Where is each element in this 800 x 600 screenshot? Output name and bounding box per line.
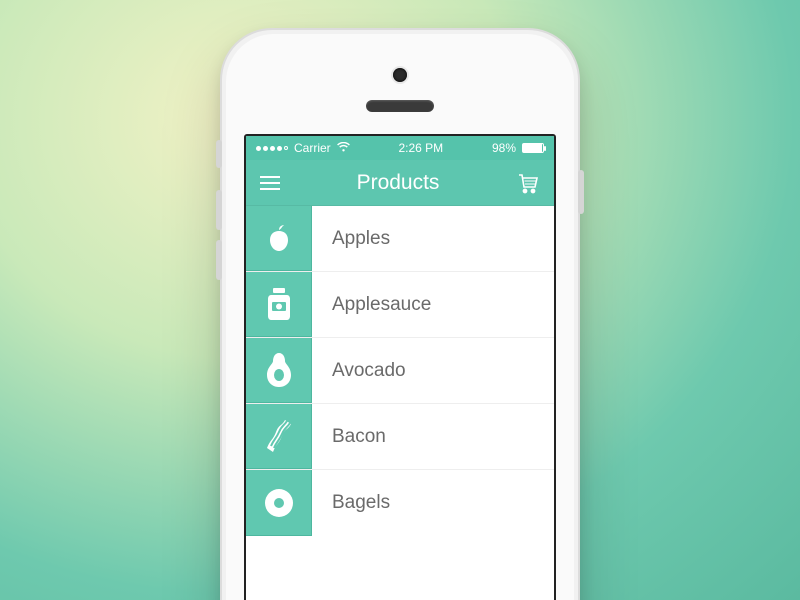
carrier-label: Carrier (294, 141, 331, 155)
list-item[interactable]: Apples (246, 206, 554, 272)
menu-button[interactable] (260, 176, 280, 190)
bacon-icon (246, 404, 312, 469)
phone-frame: Carrier 2:26 PM 98% Products (220, 28, 580, 600)
jar-icon (246, 272, 312, 337)
screen: Carrier 2:26 PM 98% Products (244, 134, 556, 600)
signal-strength-icon (256, 146, 288, 151)
apple-icon (246, 206, 312, 271)
avocado-icon (246, 338, 312, 403)
cart-button[interactable] (516, 172, 540, 194)
list-item-label: Applesauce (312, 272, 554, 337)
volume-down-button (216, 240, 222, 280)
bagel-icon (246, 470, 312, 536)
list-item-label: Apples (312, 206, 554, 271)
mute-switch (216, 140, 222, 168)
nav-bar: Products (246, 160, 554, 206)
earpiece-speaker (366, 100, 434, 112)
list-item[interactable]: Applesauce (246, 272, 554, 338)
list-item-label: Avocado (312, 338, 554, 403)
list-item[interactable]: Avocado (246, 338, 554, 404)
list-item[interactable]: Bacon (246, 404, 554, 470)
battery-icon (522, 143, 544, 153)
clock-label: 2:26 PM (398, 141, 443, 155)
status-bar: Carrier 2:26 PM 98% (246, 136, 554, 160)
power-button (578, 170, 584, 214)
list-item[interactable]: Bagels (246, 470, 554, 536)
battery-percentage-label: 98% (492, 141, 516, 155)
list-item-label: Bagels (312, 470, 554, 536)
volume-up-button (216, 190, 222, 230)
list-item-label: Bacon (312, 404, 554, 469)
wifi-icon (337, 141, 350, 155)
product-list[interactable]: Apples Applesauce Avocado (246, 206, 554, 536)
page-title: Products (357, 171, 440, 195)
front-camera (393, 68, 407, 82)
